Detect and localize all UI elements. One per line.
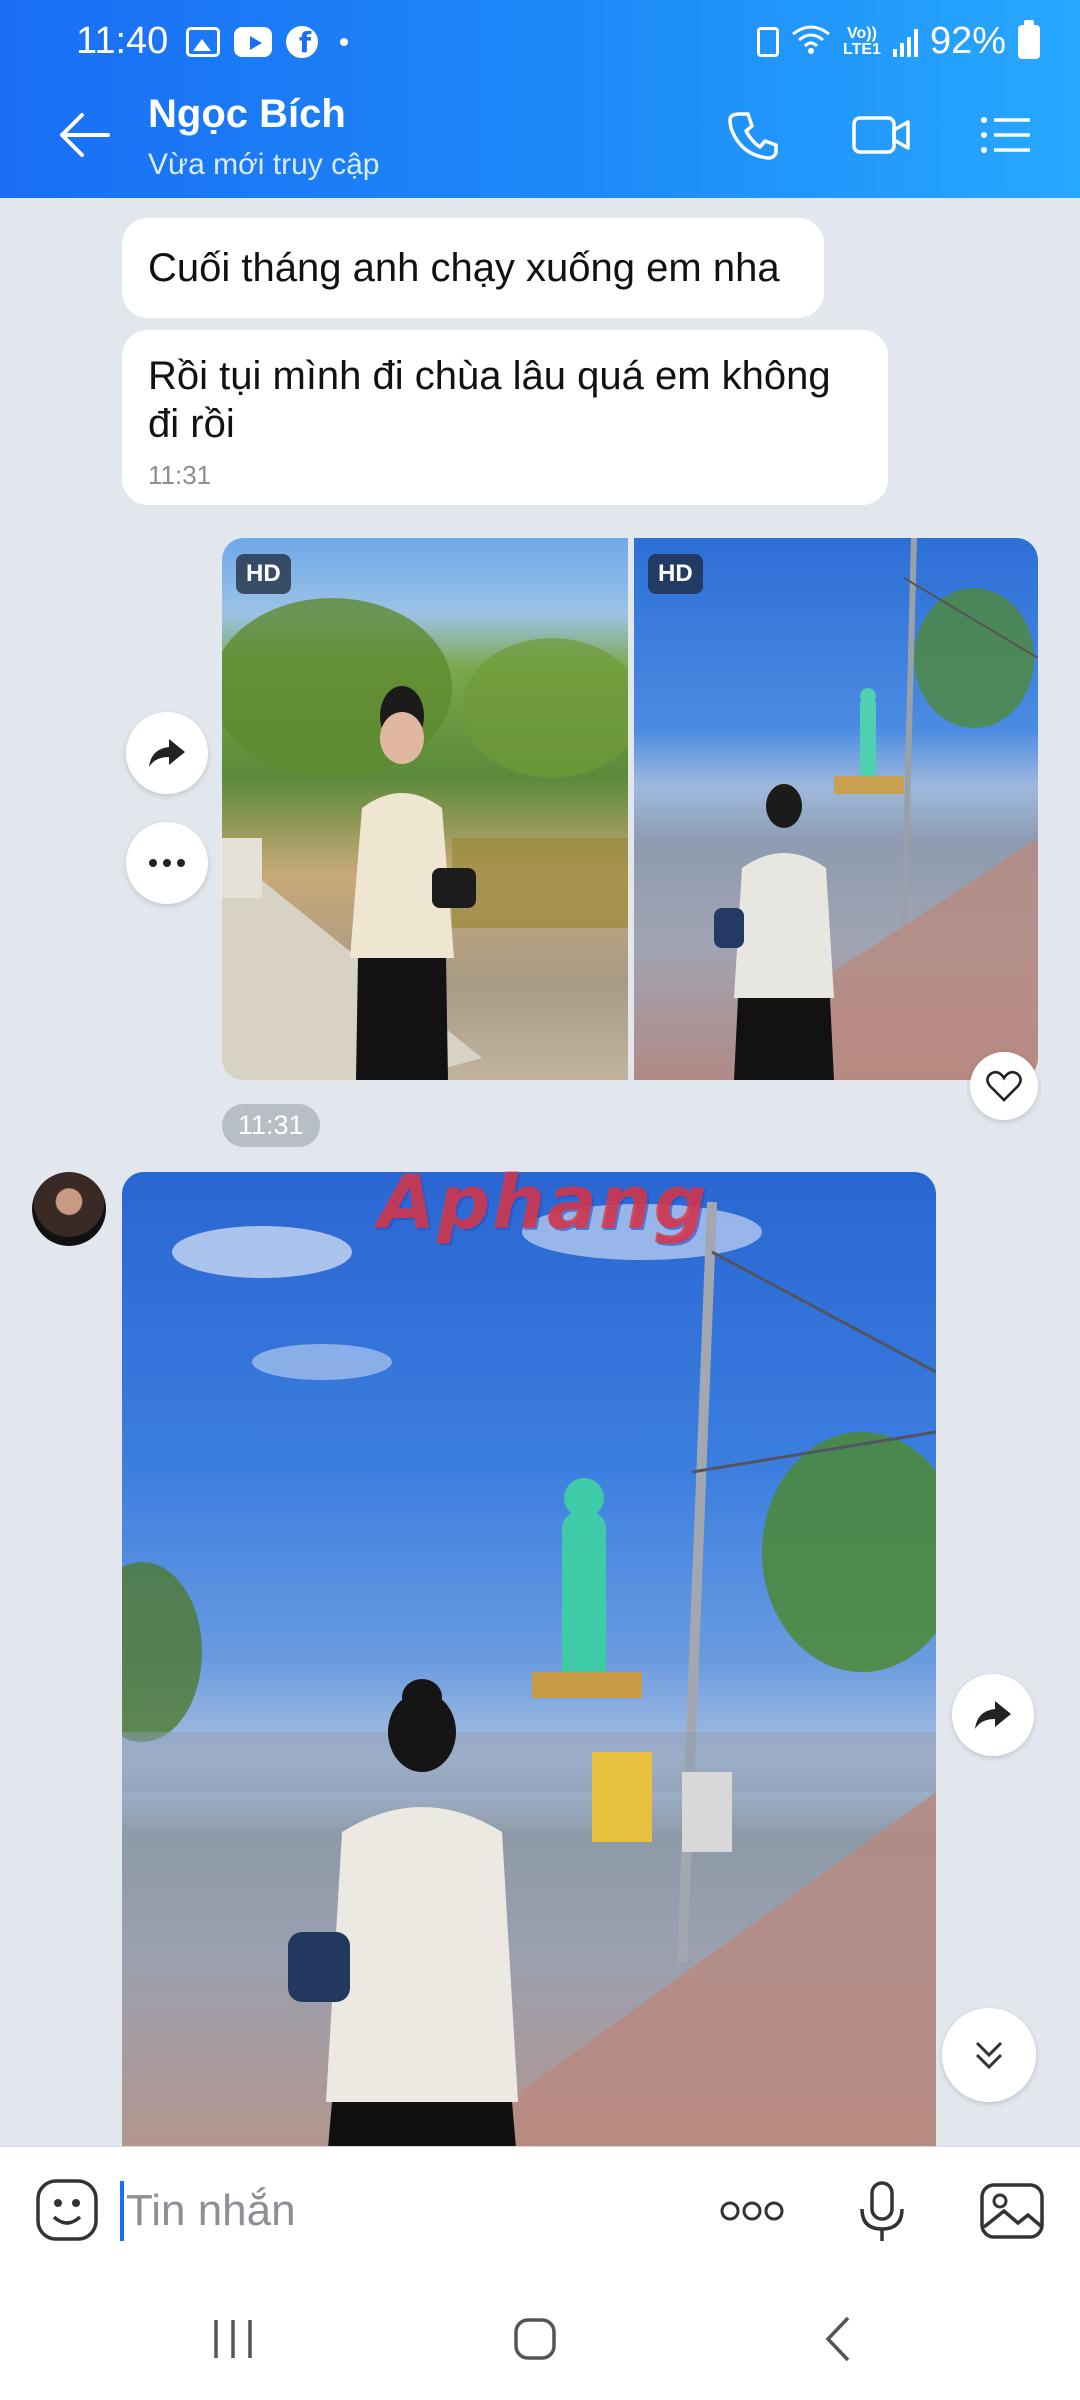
more-horizontal-icon: [149, 859, 185, 867]
share-forward-icon: [975, 1701, 1011, 1729]
home-icon[interactable]: [500, 2304, 570, 2374]
message-input[interactable]: [126, 2181, 686, 2241]
image-icon[interactable]: [976, 2175, 1048, 2247]
forward-button[interactable]: [126, 712, 208, 794]
heart-icon: [986, 1070, 1022, 1102]
back-arrow-icon[interactable]: [58, 110, 112, 160]
chat-header: Ngọc Bích Vừa mới truy cập: [0, 72, 1080, 198]
like-button[interactable]: [970, 1052, 1038, 1120]
facebook-notification-icon: [286, 26, 318, 59]
volte-label: Vo)): [847, 24, 877, 42]
gallery-notification-icon: [186, 27, 220, 57]
more-options-button[interactable]: [126, 822, 208, 904]
photo-thumbnail[interactable]: HD: [222, 538, 628, 1080]
status-bar: 11:40 Vo)) LTE1 92%: [0, 0, 1080, 72]
text-caret: [120, 2181, 124, 2241]
network-label: LTE1: [843, 40, 881, 58]
youtube-notification-icon: [234, 27, 272, 57]
wifi-icon: [791, 22, 831, 62]
microphone-icon[interactable]: [846, 2175, 918, 2247]
back-icon[interactable]: [804, 2304, 874, 2374]
status-right: Vo)) LTE1 92%: [757, 19, 1040, 63]
message-input-bar: [0, 2146, 1080, 2278]
avatar[interactable]: [32, 1172, 106, 1246]
message-timestamp: 11:31: [148, 460, 212, 490]
notification-icons: [186, 26, 348, 59]
photo-woman-at-pond-image: [222, 598, 628, 1080]
hd-badge: HD: [648, 554, 703, 594]
forward-button[interactable]: [952, 1674, 1034, 1756]
battery-percent: 92%: [929, 20, 1006, 62]
photo-statue-courtyard-large-image: [122, 1201, 936, 2148]
volte-indicator: Vo)) LTE1: [843, 24, 881, 58]
status-time: 11:40: [76, 20, 169, 62]
video-camera-icon[interactable]: [846, 100, 916, 170]
share-forward-icon: [149, 739, 185, 767]
message-text: Cuối tháng anh chạy xuống em nha: [148, 246, 780, 290]
system-navigation-bar: [0, 2278, 1080, 2400]
emoji-icon[interactable]: [34, 2177, 100, 2243]
photo-message[interactable]: [122, 1172, 936, 2148]
signal-icon: [892, 27, 918, 57]
more-horizontal-icon[interactable]: [716, 2175, 788, 2247]
list-menu-icon[interactable]: [970, 100, 1040, 170]
contact-name[interactable]: Ngọc Bích: [148, 92, 346, 137]
message-bubble[interactable]: Cuối tháng anh chạy xuống em nha: [122, 218, 824, 318]
battery-icon: [1018, 19, 1040, 59]
message-text: Rồi tụi mình đi chùa lâu quá em không đi…: [148, 354, 831, 446]
photo-statue-courtyard-image: [714, 538, 1038, 1080]
last-seen-status: Vừa mới truy cập: [148, 148, 380, 181]
photo-timestamp: 11:31: [222, 1104, 320, 1147]
recycle-icon: [757, 26, 779, 57]
chevron-double-down-icon: [975, 2041, 1003, 2070]
message-bubble[interactable]: Rồi tụi mình đi chùa lâu quá em không đi…: [122, 330, 888, 505]
recent-apps-icon[interactable]: [198, 2304, 268, 2374]
more-notifications-dot-icon: [340, 38, 348, 46]
watermark-logo: Aphang: [378, 1160, 709, 1246]
top-bar: 11:40 Vo)) LTE1 92% Ngọc Bíc: [0, 0, 1080, 198]
scroll-to-bottom-button[interactable]: [942, 2008, 1036, 2102]
phone-icon[interactable]: [718, 100, 788, 170]
hd-badge: HD: [236, 554, 291, 594]
photo-thumbnail[interactable]: HD: [634, 538, 1038, 1080]
